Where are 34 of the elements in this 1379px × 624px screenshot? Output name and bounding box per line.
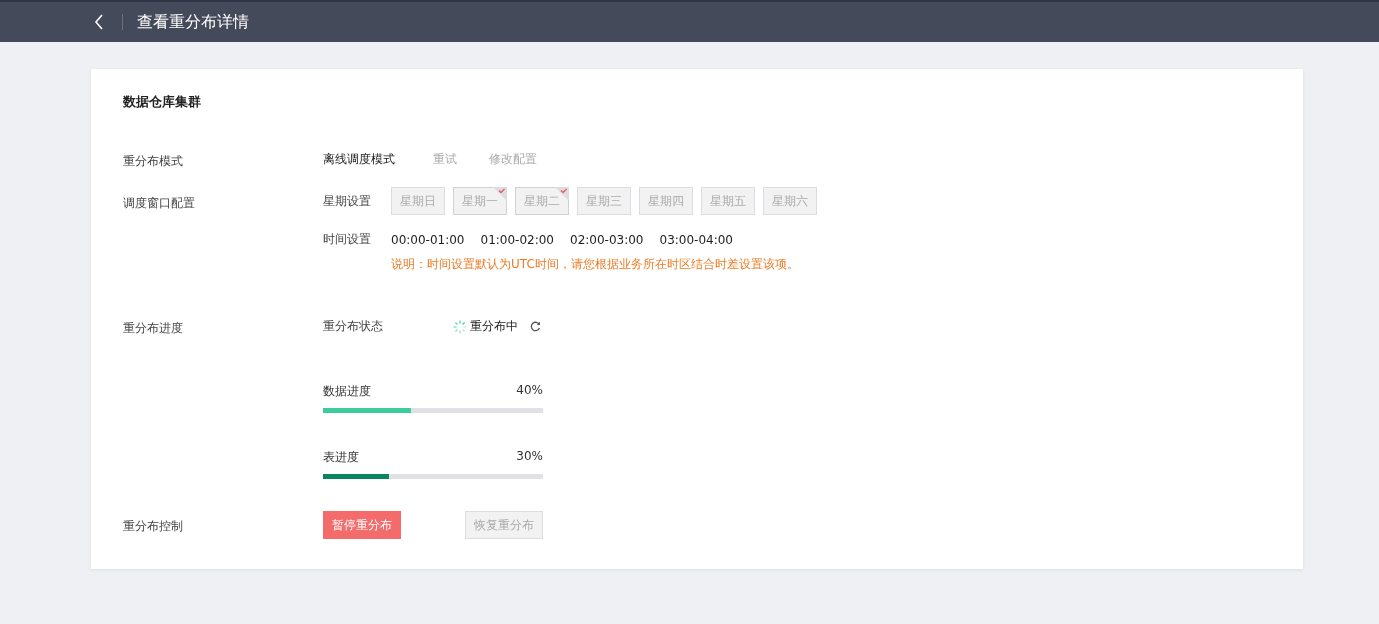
field-label: 调度窗口配置 xyxy=(123,195,196,212)
weekday-option[interactable]: 星期一 xyxy=(453,187,507,215)
check-corner-icon xyxy=(493,187,507,201)
field-label: 时间设置 xyxy=(323,231,372,248)
spinner-icon xyxy=(453,319,467,334)
mode-value: 离线调度模式 xyxy=(323,151,395,168)
action-link[interactable]: 重试 xyxy=(433,151,457,168)
field-label: 星期设置 xyxy=(323,192,372,210)
field-label: 重分布状态 xyxy=(323,318,384,335)
time-slot: 03:00-04:00 xyxy=(659,232,733,247)
progress-reading: 40% xyxy=(516,383,543,399)
refresh-icon[interactable] xyxy=(530,321,541,332)
weekday-option[interactable]: 星期二 xyxy=(515,187,569,215)
progress-reading: 30% xyxy=(516,449,543,465)
weekday-option[interactable]: 星期三 xyxy=(577,187,631,215)
weekday-option[interactable]: 星期日 xyxy=(391,187,445,215)
time-slot: 00:00-01:00 xyxy=(391,232,465,247)
note-text: 说明：时间设置默认为UTC时间，请您根据业务所在时区结合时差设置该项。 xyxy=(391,256,800,273)
field-label: 重分布进度 xyxy=(123,320,184,337)
time-slot: 01:00-02:00 xyxy=(480,232,554,247)
progress-label: 数据进度 xyxy=(323,383,371,400)
weekday-option[interactable]: 星期五 xyxy=(701,187,755,215)
action-link[interactable]: 修改配置 xyxy=(489,151,537,168)
pause-button[interactable]: 暂停重分布 xyxy=(323,511,401,539)
weekday-option[interactable]: 星期四 xyxy=(639,187,693,215)
page-title: 查看重分布详情 xyxy=(137,11,249,33)
section-title: 数据仓库集群 xyxy=(123,93,202,111)
back-icon[interactable] xyxy=(92,14,106,30)
progress-label: 表进度 xyxy=(323,449,359,466)
field-label: 重分布模式 xyxy=(123,153,184,170)
field-label: 重分布控制 xyxy=(123,518,184,535)
weekday-option[interactable]: 星期六 xyxy=(763,187,817,215)
time-slot: 02:00-03:00 xyxy=(570,232,644,247)
status-value: 重分布中 xyxy=(470,318,518,335)
